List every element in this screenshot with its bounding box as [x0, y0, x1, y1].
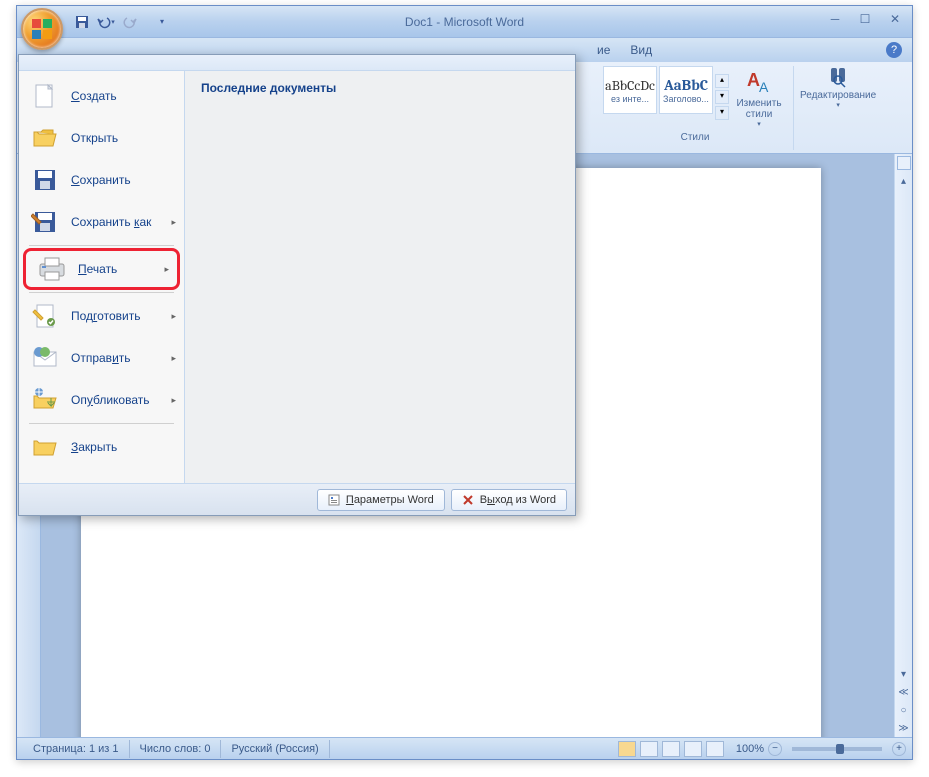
- send-icon: [31, 344, 59, 372]
- menu-save[interactable]: Сохранить: [19, 159, 184, 201]
- styles-gallery-expand[interactable]: ▾: [715, 106, 729, 120]
- zoom-slider[interactable]: [792, 747, 882, 751]
- zoom-out-button[interactable]: −: [768, 742, 782, 756]
- qat-undo-button[interactable]: ▾: [95, 11, 117, 33]
- office-logo-icon: [30, 17, 54, 41]
- styles-group: aBbCcDc ез инте... AaBbC Заголово... ▴ ▾…: [597, 66, 794, 150]
- zoom-in-button[interactable]: +: [892, 742, 906, 756]
- qat-redo-button[interactable]: [119, 11, 141, 33]
- quick-access-toolbar: ▾ ▾: [71, 11, 173, 33]
- change-styles-icon: AA: [743, 66, 775, 98]
- new-doc-icon: [31, 82, 59, 110]
- vertical-scrollbar[interactable]: ▴ ▾ ≪ ○ ≫: [894, 154, 912, 737]
- help-button[interactable]: ?: [886, 42, 902, 58]
- office-menu: Создать Открыть Сохранить Сохранить как …: [18, 54, 576, 516]
- open-icon: [31, 124, 59, 152]
- office-button[interactable]: [21, 8, 63, 50]
- full-screen-view[interactable]: [640, 741, 658, 757]
- prepare-icon: [31, 302, 59, 330]
- style-heading[interactable]: AaBbC Заголово...: [659, 66, 713, 114]
- next-page-button[interactable]: ≫: [895, 719, 912, 737]
- outline-view[interactable]: [684, 741, 702, 757]
- undo-icon: [97, 15, 111, 29]
- style-no-spacing[interactable]: aBbCcDc ез инте...: [603, 66, 657, 114]
- print-layout-view[interactable]: [618, 741, 636, 757]
- browse-object-button[interactable]: ○: [895, 701, 912, 719]
- draft-view[interactable]: [706, 741, 724, 757]
- page-indicator[interactable]: Страница: 1 из 1: [23, 740, 130, 758]
- svg-text:A: A: [759, 79, 769, 95]
- ruler-toggle[interactable]: [897, 156, 911, 170]
- ribbon-tab-partial[interactable]: ие: [597, 43, 610, 57]
- menu-open[interactable]: Открыть: [19, 117, 184, 159]
- save-as-icon: [31, 208, 59, 236]
- publish-icon: [31, 386, 59, 414]
- close-doc-icon: [31, 433, 59, 461]
- zoom-level[interactable]: 100%: [736, 743, 764, 755]
- styles-group-label: Стили: [681, 132, 710, 143]
- word-options-button[interactable]: Параметры Word: [317, 489, 445, 511]
- statusbar: Страница: 1 из 1 Число слов: 0 Русский (…: [17, 737, 912, 759]
- language-indicator[interactable]: Русский (Россия): [221, 740, 329, 758]
- menu-close[interactable]: Закрыть: [19, 426, 184, 468]
- prev-page-button[interactable]: ≪: [895, 683, 912, 701]
- qat-save-button[interactable]: [71, 11, 93, 33]
- menu-save-as[interactable]: Сохранить как ▸: [19, 201, 184, 243]
- menu-publish[interactable]: Опубликовать ▸: [19, 379, 184, 421]
- word-count[interactable]: Число слов: 0: [130, 740, 222, 758]
- save-icon: [31, 166, 59, 194]
- exit-word-button[interactable]: Выход из Word: [451, 489, 567, 511]
- minimize-button[interactable]: ─: [822, 10, 848, 28]
- menu-new[interactable]: Создать: [19, 75, 184, 117]
- editing-button[interactable]: Редактирование ▾: [800, 66, 876, 109]
- save-icon: [75, 15, 89, 29]
- menu-send[interactable]: Отправить ▸: [19, 337, 184, 379]
- qat-customize-button[interactable]: ▾: [151, 11, 173, 33]
- menu-print[interactable]: Печать ▸: [23, 248, 180, 290]
- redo-icon: [123, 15, 137, 29]
- web-layout-view[interactable]: [662, 741, 680, 757]
- styles-scroll-up[interactable]: ▴: [715, 74, 729, 88]
- recent-docs-title: Последние документы: [201, 81, 559, 95]
- titlebar: ▾ ▾ Doc1 - Microsoft Word ─ ☐ ✕: [17, 6, 912, 38]
- office-menu-commands: Создать Открыть Сохранить Сохранить как …: [19, 71, 185, 483]
- editing-group: Редактирование ▾: [794, 66, 882, 150]
- window-title: Doc1 - Microsoft Word: [405, 15, 524, 29]
- scroll-down[interactable]: ▾: [895, 665, 912, 683]
- close-button[interactable]: ✕: [882, 10, 908, 28]
- maximize-button[interactable]: ☐: [852, 10, 878, 28]
- options-icon: [328, 494, 340, 506]
- ribbon-tab-view[interactable]: Вид: [630, 43, 652, 57]
- find-icon: [827, 66, 849, 88]
- scroll-up[interactable]: ▴: [895, 172, 912, 190]
- change-styles-button[interactable]: AA Изменить стили ▾: [731, 66, 787, 128]
- styles-scroll-down[interactable]: ▾: [715, 90, 729, 104]
- menu-prepare[interactable]: Подготовить ▸: [19, 295, 184, 337]
- exit-icon: [462, 494, 474, 506]
- recent-documents-panel: Последние документы: [185, 71, 575, 483]
- print-icon: [37, 256, 67, 282]
